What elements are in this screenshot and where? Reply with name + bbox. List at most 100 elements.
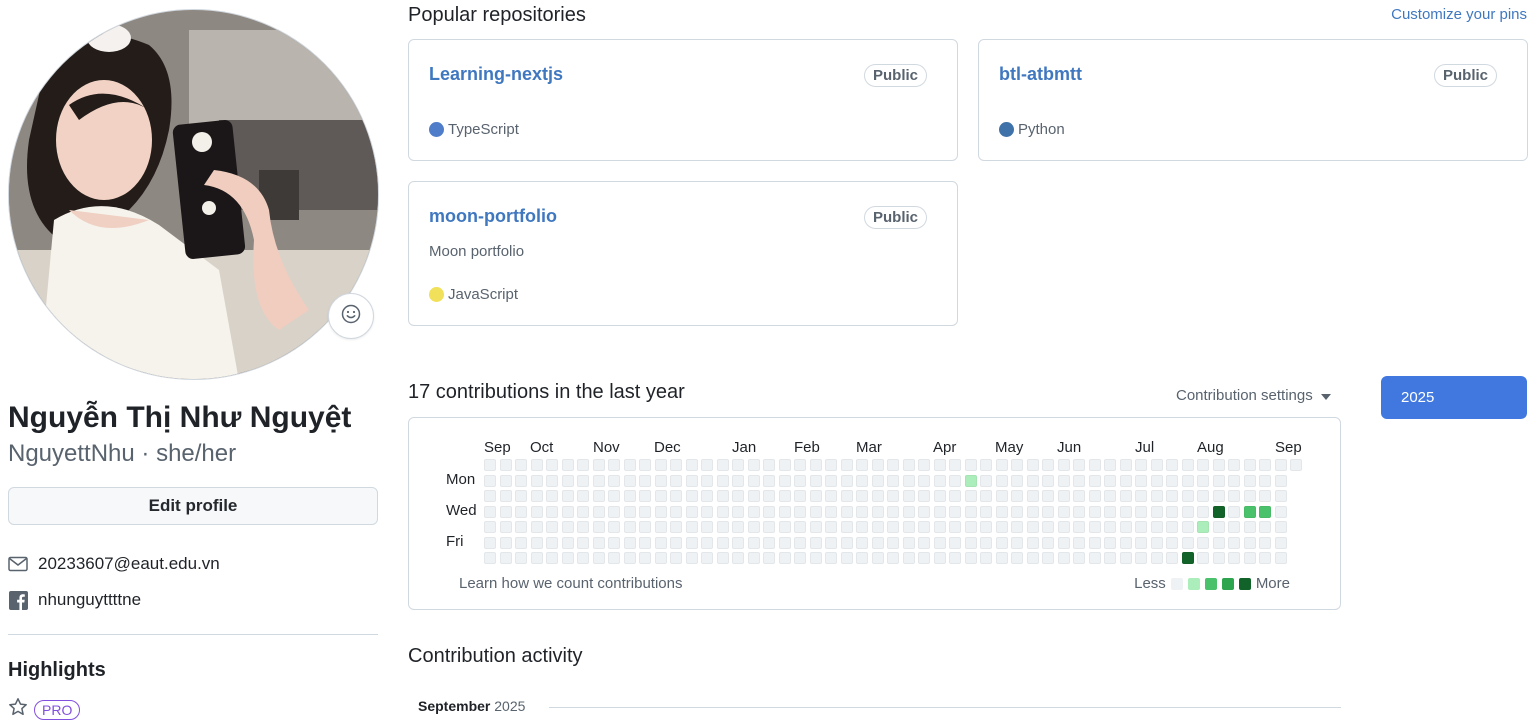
contribution-cell[interactable]: [484, 505, 496, 518]
contribution-cell[interactable]: [654, 505, 667, 518]
contribution-cell[interactable]: [515, 521, 527, 533]
contribution-cell[interactable]: [902, 505, 915, 518]
contribution-cell[interactable]: [685, 536, 698, 549]
contribution-cell[interactable]: [1073, 536, 1085, 549]
contribution-cell[interactable]: [546, 474, 558, 487]
contribution-cell[interactable]: [1011, 459, 1023, 471]
contribution-cell[interactable]: [1042, 536, 1054, 549]
contribution-cell[interactable]: [1026, 536, 1039, 549]
contribution-cell[interactable]: [1042, 552, 1054, 564]
contribution-cell[interactable]: [546, 536, 558, 549]
contribution-cell[interactable]: [716, 552, 729, 564]
contribution-cell[interactable]: [933, 459, 946, 471]
contribution-cell[interactable]: [1135, 552, 1147, 564]
contribution-cell[interactable]: [933, 490, 946, 502]
contribution-cell[interactable]: [902, 490, 915, 502]
contribution-cell[interactable]: [1290, 459, 1302, 471]
contribution-cell[interactable]: [964, 536, 977, 549]
contribution-cell[interactable]: [887, 536, 899, 549]
contribution-cell[interactable]: [608, 552, 620, 564]
contribution-cell[interactable]: [902, 552, 915, 564]
contribution-cell[interactable]: [1011, 505, 1023, 518]
contribution-cell[interactable]: [933, 552, 946, 564]
contribution-cell[interactable]: [654, 490, 667, 502]
contribution-cell[interactable]: [1243, 536, 1256, 549]
contribution-cell[interactable]: [840, 536, 853, 549]
contribution-cell[interactable]: [856, 552, 868, 564]
facebook-link[interactable]: nhunguyttttne: [38, 590, 141, 610]
contribution-cell[interactable]: [639, 536, 651, 549]
contribution-cell[interactable]: [732, 536, 744, 549]
contribution-cell[interactable]: [608, 459, 620, 471]
contribution-cell[interactable]: [794, 552, 806, 564]
contribution-cell[interactable]: [1088, 474, 1101, 487]
contribution-cell[interactable]: [1011, 490, 1023, 502]
contribution-cell[interactable]: [995, 505, 1008, 518]
contribution-cell[interactable]: [747, 474, 760, 487]
contribution-cell[interactable]: [639, 552, 651, 564]
contribution-cell[interactable]: [778, 552, 791, 564]
contribution-cell[interactable]: [1197, 490, 1209, 502]
contribution-cell[interactable]: [949, 490, 961, 502]
contribution-cell[interactable]: [871, 474, 884, 487]
contribution-cell[interactable]: [577, 459, 589, 471]
contribution-cell[interactable]: [1026, 459, 1039, 471]
contribution-cell[interactable]: [577, 505, 589, 518]
contribution-cell[interactable]: [856, 536, 868, 549]
contribution-cell[interactable]: [763, 474, 775, 487]
contribution-cell[interactable]: [732, 521, 744, 533]
contribution-cell[interactable]: [561, 459, 574, 471]
contribution-cell[interactable]: [980, 459, 992, 471]
contribution-cell[interactable]: [1259, 521, 1271, 533]
contribution-cell[interactable]: [809, 505, 822, 518]
contribution-cell[interactable]: [918, 536, 930, 549]
contribution-cell[interactable]: [1181, 521, 1194, 533]
contribution-cell[interactable]: [871, 552, 884, 564]
contribution-cell[interactable]: [1166, 505, 1178, 518]
contribution-cell[interactable]: [809, 552, 822, 564]
contribution-cell[interactable]: [1135, 474, 1147, 487]
contribution-cell[interactable]: [871, 490, 884, 502]
repo-link[interactable]: btl-atbmtt: [999, 64, 1082, 85]
contribution-cell[interactable]: [592, 459, 605, 471]
contribution-cell[interactable]: [1274, 521, 1287, 533]
contribution-cell[interactable]: [530, 521, 543, 533]
contribution-cell[interactable]: [670, 536, 682, 549]
contribution-cell[interactable]: [980, 474, 992, 487]
contribution-cell[interactable]: [1197, 505, 1209, 518]
contribution-cell[interactable]: [561, 490, 574, 502]
contribution-cell[interactable]: [964, 552, 977, 564]
contribution-cell[interactable]: [918, 505, 930, 518]
contribution-cell[interactable]: [670, 474, 682, 487]
contribution-cell[interactable]: [1135, 490, 1147, 502]
contribution-cell[interactable]: [778, 474, 791, 487]
contribution-cell[interactable]: [623, 474, 636, 487]
learn-contributions-link[interactable]: Learn how we count contributions: [459, 575, 682, 592]
contribution-cell[interactable]: [1181, 505, 1194, 518]
contribution-cell[interactable]: [623, 536, 636, 549]
contribution-cell[interactable]: [1150, 490, 1163, 502]
contribution-cell[interactable]: [701, 459, 713, 471]
contribution-cell[interactable]: [1135, 459, 1147, 471]
contribution-cell[interactable]: [840, 474, 853, 487]
contribution-cell[interactable]: [1057, 505, 1070, 518]
contribution-cell[interactable]: [1243, 474, 1256, 487]
contribution-cell[interactable]: [1166, 536, 1178, 549]
contribution-cell[interactable]: [1166, 459, 1178, 471]
contribution-cell[interactable]: [747, 490, 760, 502]
contribution-cell[interactable]: [918, 552, 930, 564]
contribution-cell[interactable]: [995, 521, 1008, 533]
contribution-cell[interactable]: [856, 505, 868, 518]
contribution-cell[interactable]: [608, 505, 620, 518]
contribution-cell[interactable]: [918, 521, 930, 533]
contribution-cell[interactable]: [1011, 474, 1023, 487]
contribution-cell[interactable]: [794, 536, 806, 549]
contribution-cell[interactable]: [840, 521, 853, 533]
contribution-cell[interactable]: [639, 490, 651, 502]
contribution-cell[interactable]: [515, 459, 527, 471]
contribution-cell[interactable]: [1011, 536, 1023, 549]
contribution-cell[interactable]: [670, 521, 682, 533]
contribution-cell[interactable]: [747, 459, 760, 471]
contribution-cell[interactable]: [1259, 490, 1271, 502]
contribution-cell[interactable]: [995, 459, 1008, 471]
